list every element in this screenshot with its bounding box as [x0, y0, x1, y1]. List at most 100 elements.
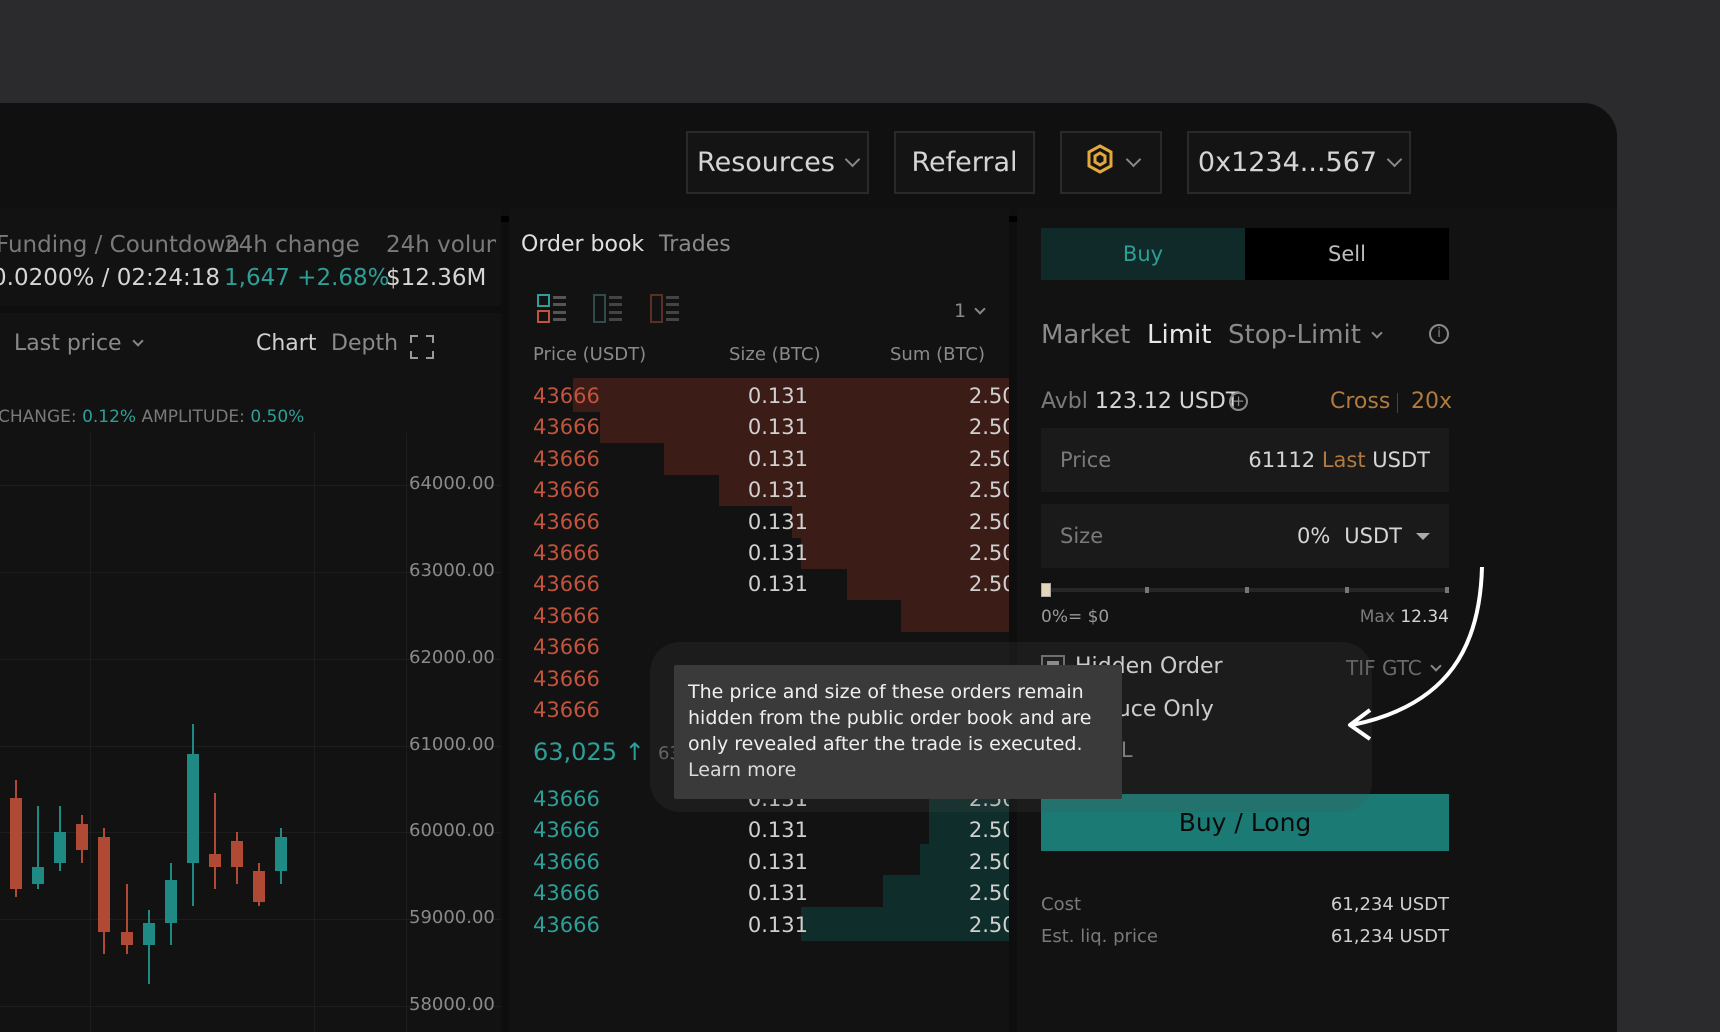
- tab-depth[interactable]: Depth: [331, 331, 398, 356]
- order-price: 43666: [533, 666, 600, 691]
- ask-row[interactable]: 43666 0.131 2.503: [509, 503, 1009, 538]
- col-size-header: Size (BTC): [729, 344, 821, 365]
- bid-row[interactable]: 43666 0.131 2.503: [509, 875, 1009, 910]
- order-price: 43666: [533, 446, 600, 471]
- tab-chart[interactable]: Chart: [256, 331, 316, 356]
- tab-market[interactable]: Market: [1041, 320, 1130, 350]
- referral-button[interactable]: Referral: [894, 131, 1035, 194]
- funding-value: 0.0200% / 02:24:18: [0, 265, 221, 291]
- view-bids-icon[interactable]: [593, 294, 623, 328]
- order-sum: 2.503: [968, 509, 1009, 534]
- chevron-down-icon: [844, 151, 861, 167]
- price-type-select[interactable]: Last price: [14, 331, 144, 356]
- ask-row[interactable]: 43666 0.131 2.503: [509, 378, 1009, 412]
- buy-tab[interactable]: Buy: [1041, 228, 1245, 280]
- order-sum: 2.503: [968, 849, 1009, 874]
- order-price: 43666: [533, 787, 600, 811]
- price-last-button[interactable]: Last: [1322, 448, 1366, 472]
- order-sum: 2.503: [968, 818, 1009, 843]
- order-sum: 2.503: [968, 478, 1009, 503]
- tab-order-book[interactable]: Order book: [521, 232, 644, 257]
- margin-mode-button[interactable]: Cross: [1330, 389, 1390, 414]
- col-price-header: Price (USDT): [533, 344, 647, 365]
- view-asks-icon[interactable]: [650, 294, 680, 328]
- change-label: 24h change: [224, 232, 360, 258]
- add-funds-icon[interactable]: +: [1229, 392, 1248, 411]
- leverage-button[interactable]: 20x: [1411, 389, 1452, 414]
- price-input[interactable]: Price 61112 Last USDT: [1041, 428, 1449, 492]
- volume-value: $12.36M: [386, 265, 487, 291]
- fullscreen-icon[interactable]: [410, 335, 434, 359]
- candle-body: [208, 854, 221, 868]
- ask-row[interactable]: 43666 0.131 2.503: [509, 440, 1009, 475]
- ask-row[interactable]: 43666 0.131 2.503: [509, 535, 1009, 569]
- avbl-label: Avbl: [1041, 389, 1088, 414]
- order-size: 0.131: [747, 572, 808, 597]
- slider-handle[interactable]: [1041, 583, 1051, 597]
- market-stats: Funding / Countdown 0.0200% / 02:24:18 2…: [0, 208, 501, 306]
- candle-body: [76, 823, 89, 850]
- change-info-value: 0.12%: [82, 407, 137, 427]
- candlestick-chart[interactable]: 64000.00 63000.00 62000.00 61000.00 60000.00…: [0, 433, 501, 1032]
- price-type-label: Last price: [14, 331, 122, 356]
- order-price: 43666: [533, 572, 600, 597]
- liq-price-label: Est. liq. price: [1041, 926, 1158, 947]
- order-size: 0.131: [747, 881, 808, 906]
- tab-trades[interactable]: Trades: [659, 232, 731, 257]
- divider: [1397, 393, 1398, 413]
- arrow-up-icon: ↑: [624, 738, 645, 766]
- size-unit-select[interactable]: USDT: [1344, 524, 1402, 548]
- info-icon[interactable]: i: [1429, 324, 1449, 344]
- ask-row[interactable]: 43666 0.131 2.503: [509, 409, 1009, 444]
- size-input[interactable]: Size 0% USDT: [1041, 504, 1449, 568]
- wallet-account-button[interactable]: 0x1234...567: [1187, 131, 1411, 194]
- candle-body: [120, 932, 133, 946]
- amplitude-label: AMPLITUDE:: [141, 407, 245, 427]
- bid-row[interactable]: 43666 0.131 2.503: [509, 812, 1009, 847]
- view-both-icon[interactable]: [537, 294, 567, 328]
- candle-body: [10, 797, 22, 889]
- candle-body: [231, 841, 243, 868]
- order-size: 0.131: [747, 415, 808, 440]
- depth-bar: [901, 597, 1009, 632]
- amplitude-value: 0.50%: [250, 407, 305, 427]
- learn-more-link[interactable]: Learn more: [688, 759, 796, 781]
- ask-row[interactable]: 43666 0.131 2.503: [509, 566, 1009, 601]
- cost-label: Cost: [1041, 894, 1082, 915]
- mid-price: 63,025 ↑: [533, 738, 645, 766]
- candle-body: [142, 923, 155, 946]
- precision-select[interactable]: 1: [954, 300, 986, 322]
- stop-limit-label: Stop-Limit: [1228, 320, 1361, 350]
- y-tick-label: 58000.00: [409, 993, 495, 1015]
- bid-row[interactable]: 43666 0.131 2.503: [509, 843, 1009, 878]
- bid-row[interactable]: 43666 0.131 2.503: [509, 906, 1009, 941]
- grid-line: [406, 433, 407, 1032]
- available-balance: Avbl 123.12 USDT: [1041, 389, 1239, 414]
- tab-limit[interactable]: Limit: [1147, 320, 1211, 350]
- resources-menu-button[interactable]: Resources: [686, 131, 869, 194]
- depth-bar: [664, 440, 1009, 475]
- slider-tick: [1145, 587, 1149, 593]
- order-price: 43666: [533, 881, 600, 906]
- order-price: 43666: [533, 698, 600, 722]
- y-tick-label: 60000.00: [409, 820, 495, 842]
- y-tick-label: 64000.00: [409, 473, 495, 495]
- mid-price-value: 63,025: [533, 738, 617, 766]
- ask-row[interactable]: 43666 0.131 2.503: [509, 472, 1009, 507]
- ask-row[interactable]: 43666: [509, 597, 1009, 632]
- referral-label: Referral: [911, 147, 1018, 178]
- network-select[interactable]: [1060, 131, 1162, 194]
- sell-tab[interactable]: Sell: [1245, 228, 1449, 280]
- y-tick-label: 62000.00: [409, 646, 495, 668]
- size-pct: 0%: [1296, 524, 1331, 548]
- order-price: 43666: [533, 603, 600, 628]
- order-size: 0.131: [747, 509, 808, 534]
- tab-stop-limit[interactable]: Stop-Limit: [1228, 320, 1383, 350]
- cost-value: 61,234 USDT: [1330, 894, 1449, 915]
- candle-body: [98, 836, 111, 933]
- order-price: 43666: [533, 635, 600, 660]
- order-size: 0.131: [747, 446, 808, 471]
- price-label: Price: [1060, 448, 1112, 472]
- order-price: 43666: [533, 384, 600, 408]
- candle-body: [253, 871, 266, 902]
